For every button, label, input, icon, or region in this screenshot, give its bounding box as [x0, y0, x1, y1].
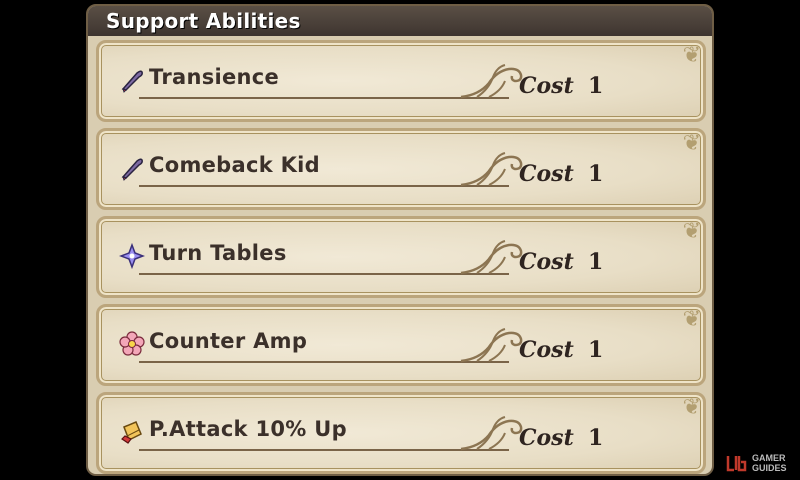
ability-row-turn-tables[interactable]: ❦ Turn Tables Cost 1	[96, 216, 706, 298]
feather-pen-icon	[121, 70, 143, 93]
ability-name: Transience	[149, 65, 280, 89]
cost-value: 1	[588, 249, 604, 275]
cost-value: 1	[588, 425, 604, 451]
cost-label: Cost	[519, 73, 574, 99]
cost-value: 1	[588, 337, 604, 363]
panel-title: Support Abilities	[88, 6, 712, 36]
corner-ornament-icon: ❦	[682, 43, 701, 68]
ability-row-counter-amp[interactable]: ❦ Counter Amp Cost 1	[96, 304, 706, 386]
gamer-guides-logo-icon	[726, 456, 747, 472]
corner-ornament-icon: ❦	[682, 131, 701, 156]
corner-ornament-icon: ❦	[682, 219, 701, 244]
cost-label: Cost	[519, 337, 574, 363]
ability-name: Turn Tables	[149, 241, 287, 265]
watermark-line-2: GUIDES	[752, 463, 787, 473]
purple-star-icon	[119, 243, 145, 269]
cost-value: 1	[588, 161, 604, 187]
ability-list: ❦ Transience Cost 1 ❦ Comeback Kid Cost …	[96, 40, 706, 480]
underline-divider	[139, 449, 509, 451]
cost-value: 1	[588, 73, 604, 99]
gamer-guides-watermark: GAMER GUIDES	[726, 448, 798, 478]
underline-divider	[139, 273, 509, 275]
cost-label: Cost	[519, 161, 574, 187]
ability-name: Counter Amp	[149, 329, 308, 353]
ability-name: P.Attack 10% Up	[149, 417, 347, 441]
feather-pen-icon	[121, 158, 143, 181]
ability-row-p-attack-10-up[interactable]: ❦ P.Attack 10% Up Cost 1	[96, 392, 706, 474]
underline-divider	[139, 97, 509, 99]
support-abilities-panel: Support Abilities ❦ Transience Cost 1 ❦	[86, 4, 714, 476]
corner-ornament-icon: ❦	[682, 307, 701, 332]
watermark-line-1: GAMER	[752, 453, 786, 463]
pink-flower-icon	[119, 331, 145, 356]
scroll-icon	[121, 421, 142, 444]
cost-label: Cost	[519, 249, 574, 275]
cost-label: Cost	[519, 425, 574, 451]
ability-row-comeback-kid[interactable]: ❦ Comeback Kid Cost 1	[96, 128, 706, 210]
ability-row-transience[interactable]: ❦ Transience Cost 1	[96, 40, 706, 122]
corner-ornament-icon: ❦	[682, 395, 701, 420]
underline-divider	[139, 361, 509, 363]
ability-name: Comeback Kid	[149, 153, 320, 177]
underline-divider	[139, 185, 509, 187]
